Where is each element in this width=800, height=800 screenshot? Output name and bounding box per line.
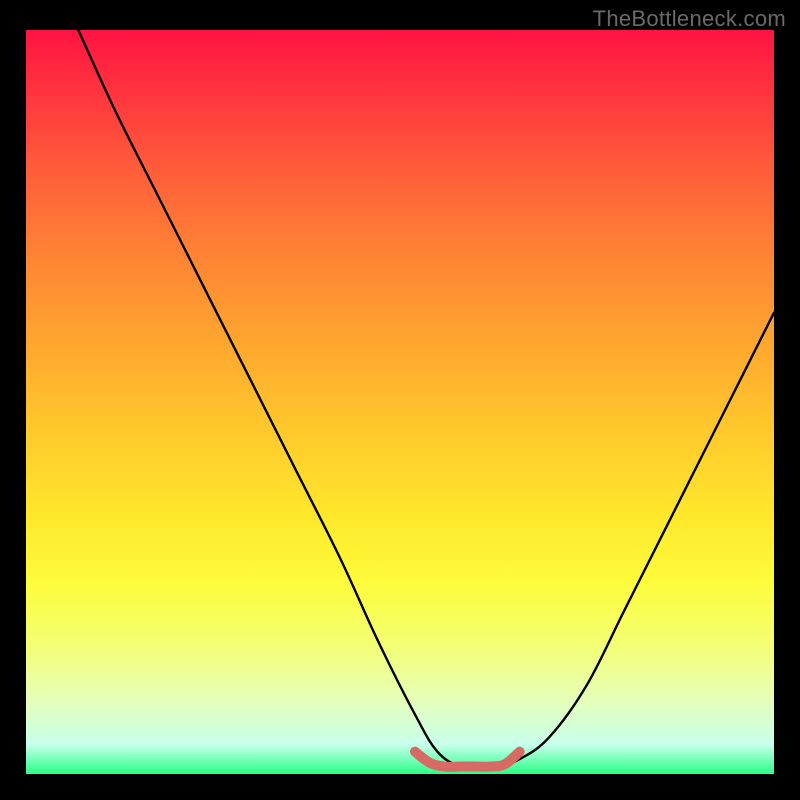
optimal-band-path	[415, 752, 520, 767]
chart-curves-svg	[26, 30, 774, 774]
bottleneck-curve-path	[78, 30, 774, 768]
chart-plot-area	[26, 30, 774, 774]
watermark-text: TheBottleneck.com	[593, 6, 786, 32]
